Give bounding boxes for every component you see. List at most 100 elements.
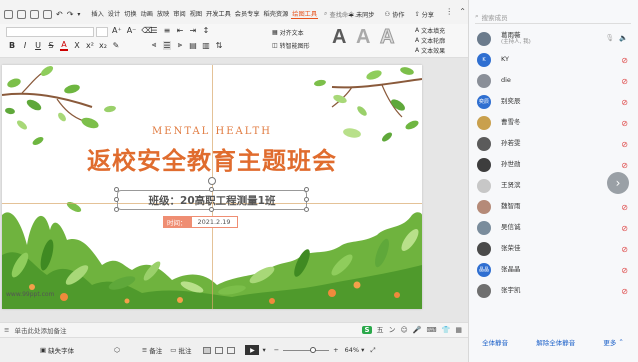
redo-icon[interactable]: ↷: [67, 10, 74, 19]
align-text-button[interactable]: ▦ 对齐文本: [272, 28, 304, 37]
mic-muted-icon[interactable]: ⊘: [621, 140, 628, 149]
text-direction-icon[interactable]: ⇅: [215, 41, 223, 50]
notes-bar[interactable]: ≡ 单击此处添加备注 S 五 ン ☺ 🎤 ⌨ 👕 ▦: [0, 322, 468, 337]
undo-icon[interactable]: ↶: [56, 10, 63, 19]
slide[interactable]: MENTAL HEALTH 返校安全教育主题班会 班级：20高职工程测量1班 时…: [2, 65, 422, 309]
resize-handle-ml[interactable]: [114, 197, 119, 202]
menu-tab-resources[interactable]: 稻壳资源: [263, 9, 290, 19]
zoom-dropdown-icon[interactable]: ▾: [361, 346, 364, 354]
mic-muted-icon[interactable]: ⊘: [621, 98, 628, 107]
member-row[interactable]: 张荣佳 ⊘: [477, 238, 632, 259]
collapse-ribbon-icon[interactable]: ⌃: [459, 7, 466, 16]
file-icon[interactable]: [4, 9, 13, 19]
menu-tab-member[interactable]: 会员专享: [234, 9, 261, 19]
bold-button[interactable]: B: [8, 41, 16, 50]
sync-status[interactable]: ☁ 未同步: [348, 10, 375, 19]
microphone-icon[interactable]: 🎙: [605, 34, 614, 42]
highlight-icon[interactable]: ✎: [112, 41, 120, 50]
member-row[interactable]: 孙若雯 ⊘: [477, 133, 632, 154]
distribute-icon[interactable]: ▥: [202, 41, 210, 50]
justify-icon[interactable]: ▤: [189, 41, 197, 50]
menu-tab-animation[interactable]: 动画: [140, 9, 154, 19]
mic-muted-icon[interactable]: ⊘: [621, 56, 628, 65]
mic-muted-icon[interactable]: ⊘: [621, 203, 628, 212]
shrink-font-icon[interactable]: A⁻: [127, 26, 137, 35]
member-search[interactable]: ⌕ 搜索成员: [475, 10, 631, 24]
missing-fonts-button[interactable]: ▣ 缺失字体: [40, 345, 74, 355]
normal-view-icon[interactable]: [203, 346, 212, 354]
member-row[interactable]: 吴信诚 ⊘: [477, 217, 632, 238]
resize-handle-bl[interactable]: [114, 207, 119, 212]
ime-logo-icon[interactable]: S: [362, 326, 372, 334]
ime-grid-icon[interactable]: ▦: [455, 326, 462, 334]
align-right-icon[interactable]: ⫸: [176, 40, 184, 50]
more-button[interactable]: 更多 ⌃: [603, 337, 623, 347]
member-row[interactable]: 葛雨薇 (主持人, 我) 🎙 🔈: [477, 28, 632, 49]
reading-view-icon[interactable]: [227, 346, 236, 354]
menu-tab-developer[interactable]: 开发工具: [205, 9, 232, 19]
mic-muted-icon[interactable]: ⊘: [621, 287, 628, 296]
zoom-level[interactable]: 64%: [345, 346, 359, 354]
ime-emoji-icon[interactable]: ☺: [401, 326, 408, 334]
resize-handle-tl[interactable]: [114, 187, 119, 192]
zoom-out-icon[interactable]: −: [274, 346, 279, 354]
ime-punct-icon[interactable]: ン: [389, 325, 396, 335]
font-color-button[interactable]: A: [60, 40, 68, 51]
menu-tab-transition[interactable]: 切换: [123, 9, 137, 19]
print-icon[interactable]: [30, 9, 39, 19]
ime-keyboard-icon[interactable]: ⌨: [427, 326, 437, 334]
share-button[interactable]: ⇪ 分享: [414, 10, 434, 19]
text-style-outline[interactable]: A: [379, 26, 394, 49]
menu-tab-view[interactable]: 视图: [189, 9, 203, 19]
mute-all-button[interactable]: 全体静音: [482, 337, 508, 347]
resize-handle-mr[interactable]: [304, 197, 309, 202]
resize-handle-tr[interactable]: [304, 187, 309, 192]
dropdown-icon[interactable]: ▾: [77, 11, 80, 18]
increase-indent-icon[interactable]: ⇥: [189, 26, 197, 35]
mic-muted-icon[interactable]: ⊘: [621, 119, 628, 128]
play-options-icon[interactable]: ▾: [262, 346, 265, 354]
rotate-handle[interactable]: [208, 177, 216, 185]
strikethrough-button[interactable]: S: [47, 41, 55, 50]
convert-smartart-button[interactable]: ◫ 转智能图形: [272, 41, 310, 50]
decrease-indent-icon[interactable]: ⇤: [176, 26, 184, 35]
slide-subtitle[interactable]: MENTAL HEALTH: [2, 126, 422, 137]
member-row[interactable]: 曹雪冬 ⊘: [477, 112, 632, 133]
numbering-icon[interactable]: ≡: [163, 26, 171, 35]
zoom-slider[interactable]: [283, 346, 330, 353]
font-size-select[interactable]: [96, 27, 108, 37]
ime-mode-icon[interactable]: 五: [377, 325, 384, 335]
menu-tab-slideshow[interactable]: 放映: [156, 9, 170, 19]
align-center-icon[interactable]: ☰: [163, 40, 171, 50]
menu-tab-drawing-tools[interactable]: 绘图工具: [291, 9, 319, 19]
collaborate-button[interactable]: ⚇ 协作: [385, 10, 405, 19]
member-row[interactable]: 晶晶 张晶晶 ⊘: [477, 259, 632, 280]
menu-tab-insert[interactable]: 插入: [90, 9, 104, 19]
align-left-icon[interactable]: ⫷: [150, 40, 158, 50]
member-row[interactable]: 魏智雨 ⊘: [477, 196, 632, 217]
more-icon[interactable]: ⋮: [445, 7, 453, 16]
zoom-slider-knob[interactable]: [309, 346, 316, 353]
notes-button[interactable]: ≡ 备注: [142, 345, 162, 355]
notes-toggle-icon[interactable]: ≡: [4, 326, 9, 334]
menu-tab-review[interactable]: 审阅: [172, 9, 186, 19]
member-row[interactable]: 奕辰 别奕辰 ⊘: [477, 91, 632, 112]
play-slideshow-button[interactable]: ▶: [245, 345, 260, 355]
member-row[interactable]: 张宇凯 ⊘: [477, 280, 632, 301]
underline-button[interactable]: U: [34, 41, 42, 50]
unmute-all-button[interactable]: 解除全体静音: [536, 337, 575, 347]
menu-tab-design[interactable]: 设计: [107, 9, 121, 19]
subscript-icon[interactable]: x₂: [99, 41, 107, 50]
mic-muted-icon[interactable]: ⊘: [621, 161, 628, 170]
mic-muted-icon[interactable]: ⊘: [621, 224, 628, 233]
italic-button[interactable]: I: [21, 41, 29, 50]
text-effect-button[interactable]: A 文本效果: [415, 46, 445, 55]
text-fill-button[interactable]: A 文本填充: [415, 26, 445, 35]
font-name-select[interactable]: [6, 27, 94, 37]
text-outline-button[interactable]: A 文本轮廓: [415, 36, 445, 45]
resize-handle-bc[interactable]: [209, 207, 214, 212]
member-row[interactable]: 孙世勋 ⊘: [477, 154, 632, 175]
mic-muted-icon[interactable]: ⊘: [621, 266, 628, 275]
zoom-in-icon[interactable]: +: [333, 346, 338, 354]
grow-font-icon[interactable]: A⁺: [112, 26, 122, 35]
